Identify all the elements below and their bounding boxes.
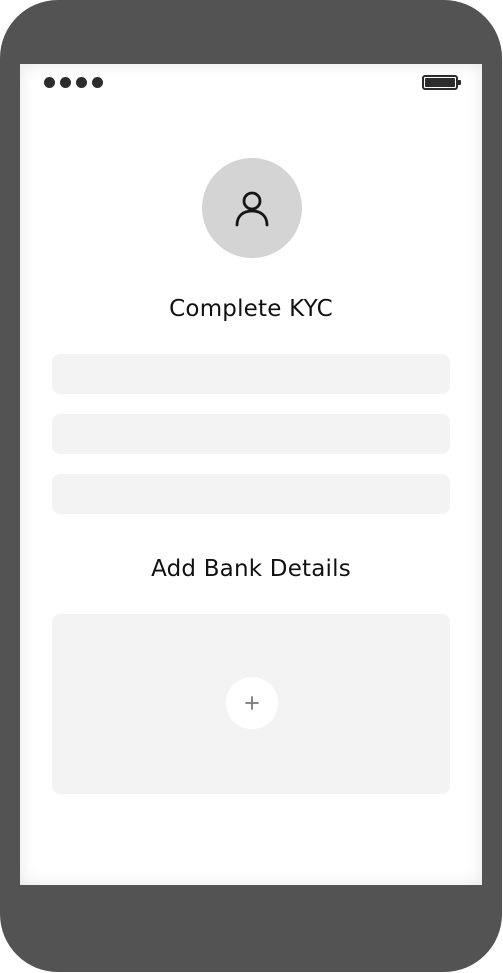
add-bank-button[interactable]	[226, 677, 278, 729]
bank-details-title: Add Bank Details	[151, 556, 351, 582]
signal-dot	[44, 77, 55, 88]
kyc-field-1[interactable]	[52, 354, 450, 394]
bank-details-card[interactable]	[52, 614, 450, 794]
signal-dot	[92, 77, 103, 88]
signal-dots-icon	[44, 77, 103, 88]
kyc-title: Complete KYC	[169, 296, 333, 322]
phone-frame: Complete KYC Add Bank Details	[0, 0, 502, 972]
kyc-field-3[interactable]	[52, 474, 450, 514]
kyc-field-2[interactable]	[52, 414, 450, 454]
signal-dot	[60, 77, 71, 88]
plus-icon	[245, 696, 259, 710]
user-icon	[235, 191, 269, 227]
battery-full-icon	[422, 75, 461, 90]
avatar[interactable]	[202, 158, 302, 258]
battery-tip	[458, 80, 461, 85]
signal-dot	[76, 77, 87, 88]
app-screen: Complete KYC Add Bank Details	[20, 64, 482, 885]
battery-level	[425, 78, 455, 87]
